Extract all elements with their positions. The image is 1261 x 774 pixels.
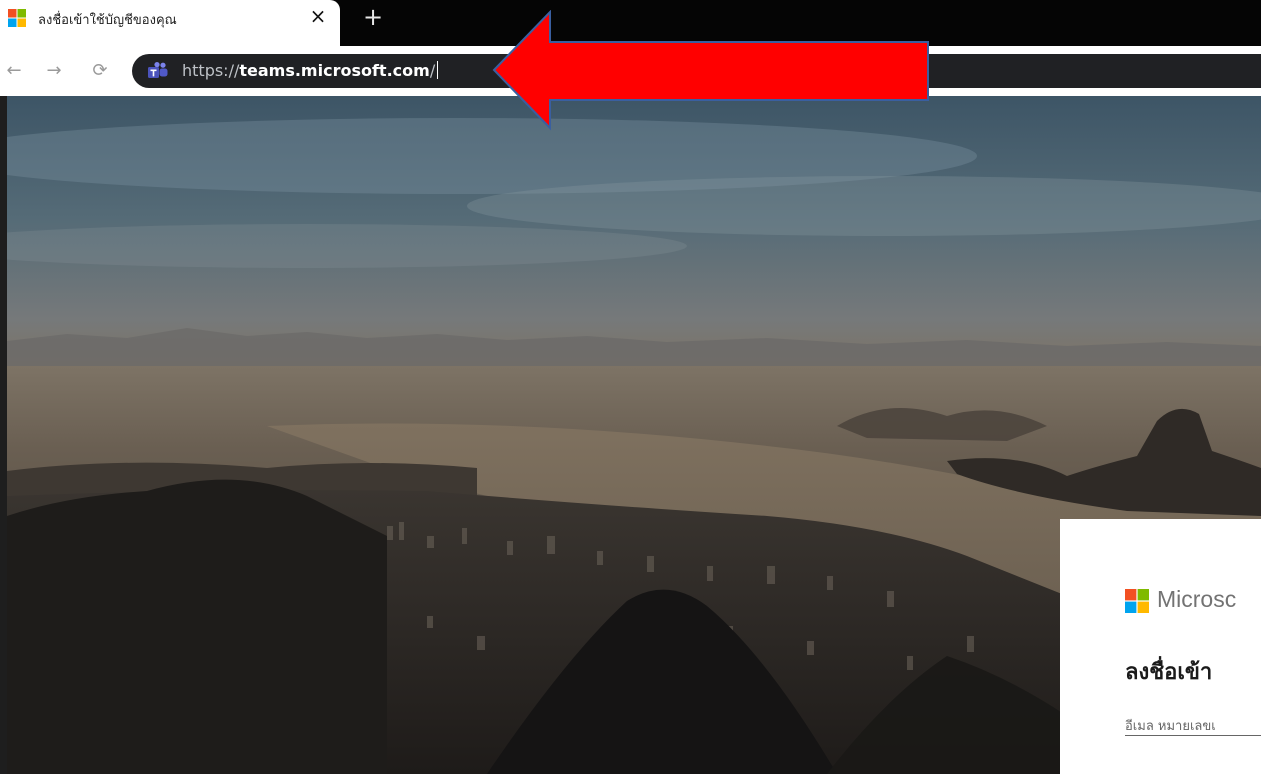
signin-card: Microsc ลงชื่อเข้า อีเมล หมายเลขเ [1060, 519, 1261, 774]
microsoft-logo-icon [8, 9, 26, 27]
url-path: / [429, 61, 436, 80]
url-scheme: https:// [182, 61, 240, 80]
url-host: teams.microsoft.com [239, 61, 430, 80]
tab-active[interactable]: ลงชื่อเข้าใช้บัญชีของคุณ × [0, 0, 340, 46]
signin-title: ลงชื่อเข้า [1125, 660, 1213, 685]
reload-icon[interactable]: ⟳ [86, 57, 114, 85]
window-edge [0, 96, 7, 774]
new-tab-button[interactable]: + [361, 3, 385, 31]
page-content: Microsc ลงชื่อเข้า อีเมล หมายเลขเ [0, 96, 1261, 774]
microsoft-logo-icon [1125, 589, 1149, 613]
tab-close-icon[interactable]: × [306, 4, 330, 28]
email-placeholder: อีเมล หมายเลขเ [1125, 719, 1216, 734]
teams-icon [148, 62, 168, 78]
forward-icon[interactable]: → [40, 57, 68, 85]
red-arrow-left-icon [492, 10, 929, 131]
screenshot: ลงชื่อเข้าใช้บัญชีของคุณ × + ← → ⟳ https… [0, 0, 1261, 774]
tab-title: ลงชื่อเข้าใช้บัญชีของคุณ [38, 13, 177, 28]
text-caret [437, 61, 439, 79]
back-icon[interactable]: ← [0, 57, 28, 85]
url-text: https://teams.microsoft.com/ [182, 60, 439, 82]
microsoft-brand-text: Microsc [1157, 586, 1237, 612]
